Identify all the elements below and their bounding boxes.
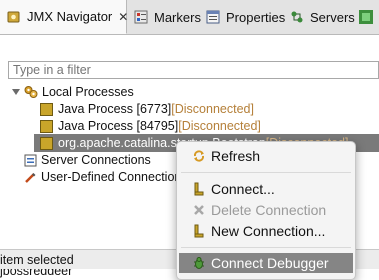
menu-item-label: New Connection... <box>211 223 326 239</box>
expand-triangle-icon[interactable] <box>12 89 20 95</box>
close-icon[interactable]: ✕ <box>118 10 128 24</box>
tree-node-local-processes[interactable]: Local Processes <box>12 83 134 101</box>
java-process-icon <box>40 102 53 116</box>
java-process-icon <box>40 136 53 150</box>
java-process-icon <box>40 119 53 133</box>
tree-node-process[interactable]: Java Process [84795] [Disconnected] <box>40 117 261 135</box>
tree-node-user-defined-connections[interactable]: User-Defined Connections <box>24 168 188 186</box>
process-name: Java Process [6773] <box>58 102 172 116</box>
filter-input[interactable] <box>8 61 379 79</box>
view-tab-bar: JMX Navigator ✕ Markers Properties Serve… <box>0 0 379 35</box>
overflow-tab-icon[interactable] <box>358 9 374 25</box>
tab-markers[interactable]: Markers <box>133 0 201 34</box>
tab-label: Properties <box>226 9 286 25</box>
tree-node-server-connections[interactable]: Server Connections <box>24 151 151 169</box>
properties-icon <box>205 9 221 25</box>
refresh-icon <box>192 149 206 163</box>
new-connection-icon <box>192 224 206 238</box>
menu-item-label: Delete Connection <box>211 202 327 218</box>
process-status: [Disconnected] <box>171 102 254 116</box>
context-menu: Refresh Connect... Delete Connection New… <box>176 141 356 280</box>
servers-icon <box>289 9 305 25</box>
server-connections-icon <box>24 154 37 167</box>
menu-item-refresh[interactable]: Refresh <box>177 146 357 166</box>
tab-label: Servers <box>310 9 355 25</box>
local-processes-icon <box>24 85 38 99</box>
tab-jmx-navigator[interactable]: JMX Navigator ✕ <box>0 0 128 34</box>
tree-node-label: Local Processes <box>42 85 134 99</box>
process-name: Java Process [84795] <box>58 119 179 133</box>
menu-separator <box>181 247 351 248</box>
menu-item-label: Connect Debugger <box>211 255 329 271</box>
tab-servers[interactable]: Servers <box>289 0 355 34</box>
tree-node-label: Server Connections <box>41 153 151 167</box>
delete-icon <box>192 203 206 217</box>
menu-item-connect-debugger[interactable]: Connect Debugger <box>179 253 353 273</box>
debug-icon <box>192 256 206 270</box>
user-defined-connections-icon <box>24 171 37 184</box>
jmx-icon <box>6 9 22 25</box>
menu-item-label: Connect... <box>211 181 275 197</box>
connect-icon <box>192 182 206 196</box>
tab-label: JMX Navigator <box>27 9 113 24</box>
tab-label: Markers <box>154 9 201 25</box>
tree-node-process[interactable]: Java Process [6773] [Disconnected] <box>40 100 254 118</box>
markers-icon <box>133 9 149 25</box>
tree-node-label: User-Defined Connections <box>41 170 188 184</box>
process-status: [Disconnected] <box>178 119 261 133</box>
menu-item-connect[interactable]: Connect... <box>177 179 357 199</box>
menu-item-label: Refresh <box>211 148 261 164</box>
status-text: item selected <box>0 253 74 267</box>
tab-properties[interactable]: Properties <box>205 0 285 34</box>
menu-item-delete-connection[interactable]: Delete Connection <box>177 200 357 220</box>
menu-item-new-connection[interactable]: New Connection... <box>177 221 357 241</box>
menu-separator <box>181 172 351 173</box>
